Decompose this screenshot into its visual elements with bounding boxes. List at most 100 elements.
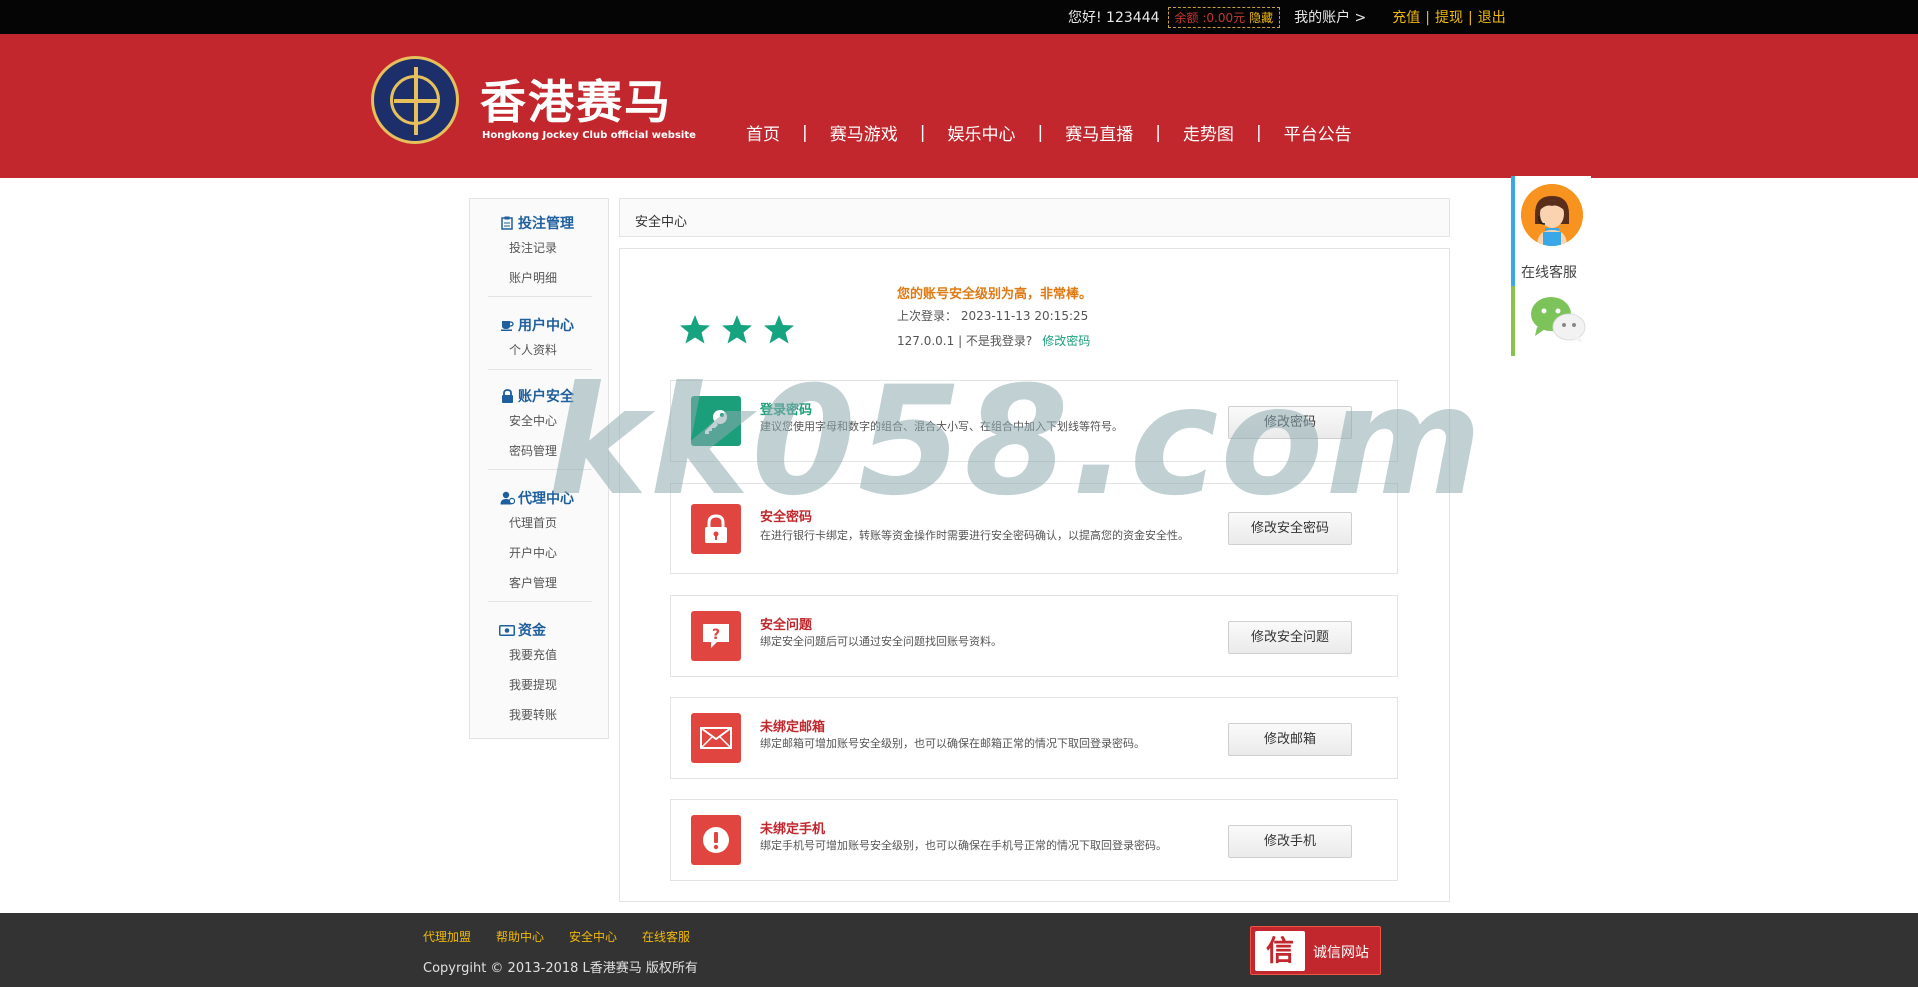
nav-item-trend-chart[interactable]: 走势图 (1183, 120, 1234, 145)
footer-link-online-service[interactable]: 在线客服 (642, 928, 690, 945)
trusted-site-badge[interactable]: 信 诚信网站 (1250, 926, 1381, 975)
page-title: 安全中心 (635, 215, 688, 230)
nav-item-announcements[interactable]: 平台公告 (1284, 120, 1352, 145)
sidebar-group-label: 用户中心 (518, 318, 574, 334)
greeting-text: 您好! 123444 (1068, 10, 1160, 26)
security-stars (679, 314, 805, 345)
security-level-text: 您的账号安全级别为高，非常棒。 (897, 287, 1093, 302)
star-icon (764, 315, 794, 344)
svg-text:?: ? (712, 627, 720, 643)
question-icon: ? (691, 611, 741, 661)
security-row-login-password: 登录密码 建议您使用字母和数字的组合、混合大小写、在组合中加入下划线等符号。 修… (670, 380, 1398, 462)
separator: | (1425, 10, 1431, 26)
agent-icon (499, 490, 515, 506)
change-email-button[interactable]: 修改邮箱 (1228, 723, 1352, 756)
sidebar-link-agent-home[interactable]: 代理首页 (509, 514, 557, 531)
customer-service-avatar-icon[interactable] (1521, 184, 1583, 246)
ip-line: 127.0.0.1 | 不是我登录? 修改密码 (897, 332, 1090, 349)
nav-item-home[interactable]: 首页 (746, 120, 780, 145)
row-title: 未绑定邮箱 (760, 720, 826, 735)
brand-title[interactable]: 香港赛马 (480, 66, 672, 132)
sidebar-group-label: 账户安全 (518, 389, 574, 405)
balance-box: 余额 :0.00元 隐藏 (1167, 6, 1281, 28)
mail-icon (691, 713, 741, 763)
withdraw-link[interactable]: 提现 (1435, 10, 1463, 26)
change-password-link[interactable]: 修改密码 (1042, 334, 1090, 348)
sidebar-link-withdraw[interactable]: 我要提现 (509, 676, 557, 693)
row-title: 登录密码 (760, 403, 813, 418)
sidebar-link-account-details[interactable]: 账户明细 (509, 269, 557, 286)
separator: | (1468, 10, 1473, 26)
clipboard-icon (499, 215, 515, 231)
sidebar-link-deposit[interactable]: 我要充值 (509, 646, 557, 663)
ip-text: 127.0.0.1 | 不是我登录? (897, 334, 1033, 348)
nav-separator: | (1037, 122, 1044, 143)
logout-link[interactable]: 退出 (1478, 10, 1506, 26)
cup-icon (499, 317, 515, 333)
lock-icon (499, 388, 515, 404)
brand-subtitle: Hongkong Jockey Club official website (482, 130, 696, 141)
sidebar-group-title[interactable]: 投注管理 (499, 213, 574, 233)
row-description: 绑定邮箱可增加账号安全级别，也可以确保在邮箱正常的情况下取回登录密码。 (760, 737, 1145, 750)
footer-link-agent-join[interactable]: 代理加盟 (423, 928, 471, 945)
nav-separator: | (802, 122, 808, 143)
change-phone-button[interactable]: 修改手机 (1228, 825, 1352, 858)
change-password-button[interactable]: 修改密码 (1228, 406, 1352, 439)
sidebar-link-transfer[interactable]: 我要转账 (509, 706, 557, 723)
my-account-link[interactable]: 我的账户 > (1294, 7, 1366, 27)
main-nav: 首页 | 赛马游戏 | 娱乐中心 | 赛马直播 | 走势图 | 平台公告 (746, 120, 1352, 146)
balance-text: 余额 :0.00元 (1174, 10, 1246, 25)
recharge-link[interactable]: 充值 (1392, 10, 1420, 26)
sidebar-divider (488, 601, 592, 602)
footer (0, 913, 1918, 987)
nav-item-live-racing[interactable]: 赛马直播 (1065, 120, 1133, 145)
security-row-email: 未绑定邮箱 绑定邮箱可增加账号安全级别，也可以确保在邮箱正常的情况下取回登录密码… (670, 697, 1398, 779)
copyright-text: Copyrgiht © 2013-2018 L香港赛马 版权所有 (423, 961, 698, 976)
sidebar-group-label: 资金 (518, 623, 546, 639)
change-security-question-button[interactable]: 修改安全问题 (1228, 621, 1352, 654)
lock-icon (691, 504, 741, 554)
trust-badge-icon: 信 (1255, 931, 1305, 971)
nav-item-racing-games[interactable]: 赛马游戏 (830, 120, 898, 145)
footer-link-security-center[interactable]: 安全中心 (569, 928, 617, 945)
row-description: 在进行银行卡绑定，转账等资金操作时需要进行安全密码确认，以提高您的资金安全性。 (760, 529, 1189, 542)
nav-item-entertainment[interactable]: 娱乐中心 (947, 120, 1015, 145)
float-accent-bar (1511, 286, 1515, 356)
site-header: 香港赛马 Hongkong Jockey Club official websi… (0, 34, 1918, 178)
sidebar-link-customer-management[interactable]: 客户管理 (509, 574, 557, 591)
float-accent-bar (1511, 176, 1515, 286)
nav-separator: | (919, 122, 926, 143)
sidebar-group-title[interactable]: 用户中心 (499, 315, 574, 335)
top-bar: 您好! 123444 余额 :0.00元 隐藏 我的账户 > 充值 | 提现 | 退出 (0, 0, 1918, 34)
jockey-club-logo-icon[interactable] (371, 56, 459, 144)
sidebar-link-password-management[interactable]: 密码管理 (509, 442, 557, 459)
sidebar-divider (488, 369, 592, 370)
star-icon (722, 315, 752, 344)
last-login-text: 上次登录： 2023-11-13 20:15:25 (897, 309, 1089, 323)
sidebar-divider (488, 296, 592, 297)
hide-balance-link[interactable]: 隐藏 (1249, 11, 1273, 25)
sidebar-group-label: 代理中心 (518, 491, 574, 507)
top-bar-user-info: 您好! 123444 余额 :0.00元 隐藏 我的账户 > 充值 | 提现 | 退出 (1068, 0, 1506, 34)
wechat-icon[interactable] (1529, 294, 1589, 346)
row-title: 安全问题 (760, 618, 813, 633)
security-row-phone: 未绑定手机 绑定手机号可增加账号安全级别，也可以确保在手机号正常的情况下取回登录… (670, 799, 1398, 881)
sidebar-link-security-center[interactable]: 安全中心 (509, 412, 557, 429)
sidebar-link-profile[interactable]: 个人资料 (509, 341, 557, 358)
trust-badge-label: 诚信网站 (1313, 945, 1369, 961)
row-title: 未绑定手机 (760, 822, 826, 837)
sidebar-link-bet-records[interactable]: 投注记录 (509, 239, 557, 256)
money-icon (499, 622, 515, 638)
nav-separator: | (1155, 122, 1161, 143)
sidebar-divider (488, 469, 592, 470)
row-title: 安全密码 (760, 510, 813, 525)
online-service-label[interactable]: 在线客服 (1521, 262, 1577, 282)
change-safe-password-button[interactable]: 修改安全密码 (1228, 512, 1352, 545)
key-icon (691, 396, 741, 446)
sidebar-group-title[interactable]: 账户安全 (499, 386, 574, 406)
footer-link-help-center[interactable]: 帮助中心 (496, 928, 544, 945)
sidebar-group-title[interactable]: 资金 (499, 620, 546, 640)
breadcrumb: 安全中心 (619, 198, 1450, 237)
sidebar-group-title[interactable]: 代理中心 (499, 488, 574, 508)
sidebar-link-open-account[interactable]: 开户中心 (509, 544, 557, 561)
